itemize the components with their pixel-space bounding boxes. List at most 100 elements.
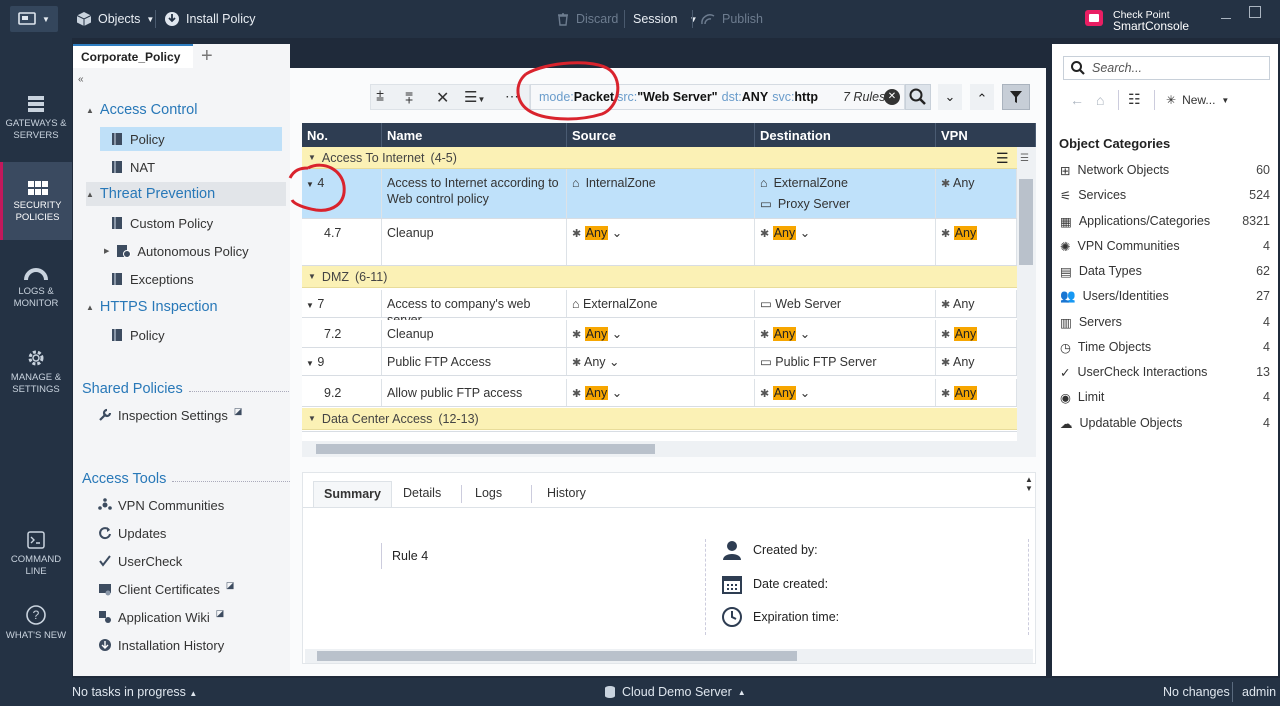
app-menu-button[interactable]: ▼: [10, 6, 58, 32]
minimize-button[interactable]: [1221, 18, 1231, 19]
table-row[interactable]: 4.7 Cleanup ✱ Any ⌄ ✱ Any ⌄ ✱ Any: [302, 219, 1017, 266]
user-status[interactable]: admin: [1242, 685, 1276, 699]
chevron-down-icon[interactable]: ⌄: [609, 355, 619, 369]
tree-vpn-communities[interactable]: VPN Communities: [98, 493, 224, 517]
rule-number: 7: [317, 297, 325, 311]
collapse-tree-icon[interactable]: «: [78, 74, 84, 85]
column-header-source[interactable]: Source: [567, 123, 755, 147]
expiration-time: Expiration time:: [721, 606, 839, 628]
tab-details[interactable]: Details: [393, 481, 451, 507]
nav-gateways[interactable]: GATEWAYS & SERVERS: [0, 94, 72, 150]
add-rule-above-icon[interactable]: ⩲: [376, 88, 384, 105]
category-data-types[interactable]: ▤ Data Types 62: [1060, 260, 1270, 282]
column-header-destination[interactable]: Destination: [755, 123, 936, 147]
session-menu[interactable]: Session ▼: [633, 0, 697, 38]
clear-search-icon[interactable]: ✕: [884, 89, 900, 105]
tree-usercheck[interactable]: UserCheck: [98, 549, 182, 573]
tree-autonomous-policy[interactable]: ▶ Autonomous Policy: [104, 239, 249, 263]
add-rule-below-icon[interactable]: ⩱: [405, 90, 413, 107]
tree-policy[interactable]: Policy: [100, 127, 282, 151]
tree-inspection-settings[interactable]: Inspection Settings ◪: [98, 403, 242, 427]
table-row[interactable]: 9.2 Allow public FTP access ✱ Any ⌄ ✱ An…: [302, 379, 1017, 407]
category-users[interactable]: 👥 Users/Identities 27: [1060, 285, 1270, 307]
new-object-button[interactable]: ✳ New... ▼: [1166, 93, 1229, 107]
chevron-down-icon[interactable]: ⌄: [800, 226, 810, 240]
category-limit[interactable]: ◉ Limit 4: [1060, 386, 1270, 408]
category-network-objects[interactable]: ⊞ Network Objects 60: [1060, 159, 1270, 181]
category-applications[interactable]: ▦ Applications/Categories 8321: [1060, 210, 1270, 232]
nav-security-policies[interactable]: SECURITY POLICIES: [0, 162, 72, 240]
category-time-objects[interactable]: ◷ Time Objects 4: [1060, 336, 1270, 358]
install-policy-button[interactable]: Install Policy: [164, 0, 255, 38]
tasks-status[interactable]: No tasks in progress ▲: [72, 685, 197, 699]
add-tab-button[interactable]: +: [201, 45, 213, 68]
tree-https-policy[interactable]: Policy: [110, 323, 165, 347]
tree-client-certificates[interactable]: Client Certificates ◪: [98, 577, 234, 601]
maximize-button[interactable]: [1249, 6, 1261, 18]
server-status[interactable]: Cloud Demo Server ▲: [604, 685, 746, 699]
section-menu-icon[interactable]: ☰: [996, 150, 1009, 167]
category-usercheck[interactable]: ✓ UserCheck Interactions 13: [1060, 361, 1270, 383]
tab-history[interactable]: History: [537, 481, 596, 507]
section-header[interactable]: ▼ Data Center Access (12-13): [302, 408, 1017, 430]
category-updatable-objects[interactable]: ☁ Updatable Objects 4: [1060, 412, 1270, 434]
discard-button[interactable]: Discard: [556, 0, 618, 38]
table-row[interactable]: ▼ 7 Access to company's web server ⌂ Ext…: [302, 290, 1017, 327]
publish-button[interactable]: Publish: [700, 0, 763, 38]
next-match-button[interactable]: ⌄: [938, 84, 962, 110]
h-scrollbar-thumb[interactable]: [316, 444, 655, 454]
details-hscrollbar[interactable]: [305, 649, 1033, 663]
chevron-down-icon[interactable]: ⌄: [800, 386, 810, 400]
table-row[interactable]: ▼ 9 Public FTP Access ✱ Any ⌄ ▭ Public F…: [302, 348, 1017, 376]
tab-summary[interactable]: Summary: [313, 481, 392, 507]
back-icon[interactable]: ←: [1070, 92, 1084, 108]
column-header-no[interactable]: No.: [302, 123, 382, 147]
objects-menu[interactable]: Objects ▼: [76, 0, 154, 38]
tree-access-control[interactable]: ▲ Access Control: [86, 98, 197, 122]
column-header-vpn[interactable]: VPN: [936, 123, 1036, 147]
category-services[interactable]: ⚟ Services 524: [1060, 184, 1270, 206]
tree-shared-policies[interactable]: Shared Policies: [82, 377, 319, 401]
chevron-down-icon[interactable]: ⌄: [612, 327, 622, 341]
chevron-down-icon[interactable]: ⌄: [612, 226, 622, 240]
scrollbar-thumb[interactable]: [1019, 179, 1033, 265]
tab-logs[interactable]: Logs: [465, 481, 512, 507]
tree-updates[interactable]: Updates: [98, 521, 166, 545]
filter-button[interactable]: [1002, 84, 1030, 110]
delete-rule-icon[interactable]: ✕: [436, 88, 449, 108]
home-icon[interactable]: ⌂: [1096, 92, 1104, 108]
horizontal-scrollbar[interactable]: [302, 441, 1036, 457]
tree-application-wiki[interactable]: Application Wiki ◪: [98, 605, 224, 629]
prev-match-button[interactable]: ⌃: [970, 84, 994, 110]
category-name: Servers: [1078, 315, 1122, 329]
search-button[interactable]: [905, 84, 931, 110]
tree-threat-prevention[interactable]: ▲ Threat Prevention: [86, 182, 286, 206]
list-view-icon[interactable]: ☷: [1128, 91, 1141, 108]
section-header[interactable]: ▼ DMZ (6-11): [302, 266, 1017, 288]
nav-whats-new[interactable]: ? WHAT'S NEW: [0, 604, 72, 654]
nav-command-line[interactable]: COMMAND LINE: [0, 530, 72, 580]
section-name: DMZ: [321, 269, 349, 284]
tree-access-tools[interactable]: Access Tools: [82, 467, 293, 491]
table-row[interactable]: 7.2 Cleanup ✱ Any ⌄ ✱ Any ⌄ ✱ Any: [302, 320, 1017, 348]
tree-custom-policy[interactable]: Custom Policy: [110, 211, 213, 235]
section-header[interactable]: ▼ Access To Internet (4-5): [302, 147, 1017, 169]
category-vpn-communities[interactable]: ✺ VPN Communities 4: [1060, 235, 1270, 257]
category-servers[interactable]: ▥ Servers 4: [1060, 311, 1270, 333]
chevron-down-icon[interactable]: ⌄: [800, 327, 810, 341]
collapse-panel-icon[interactable]: ▲ ▼: [1025, 475, 1033, 493]
object-search-field[interactable]: Search...: [1063, 56, 1270, 80]
rule-menu-icon[interactable]: ☰▼: [464, 88, 485, 106]
tree-exceptions[interactable]: Exceptions: [110, 267, 194, 291]
details-scrollbar-thumb[interactable]: [317, 651, 797, 661]
chevron-down-icon[interactable]: ⌄: [612, 386, 622, 400]
tree-installation-history[interactable]: Installation History: [98, 633, 224, 657]
vertical-scrollbar[interactable]: ☰: [1017, 147, 1036, 441]
table-row[interactable]: ▼ 4 Access to Internet according to Web …: [302, 169, 1017, 219]
nav-manage[interactable]: MANAGE & SETTINGS: [0, 348, 72, 398]
nav-logs[interactable]: LOGS & MONITOR: [0, 266, 72, 316]
tree-nat[interactable]: NAT: [110, 155, 155, 179]
tree-https-inspection[interactable]: ▲ HTTPS Inspection: [86, 295, 218, 319]
policy-tab[interactable]: Corporate_Policy: [73, 44, 193, 68]
column-header-name[interactable]: Name: [382, 123, 567, 147]
